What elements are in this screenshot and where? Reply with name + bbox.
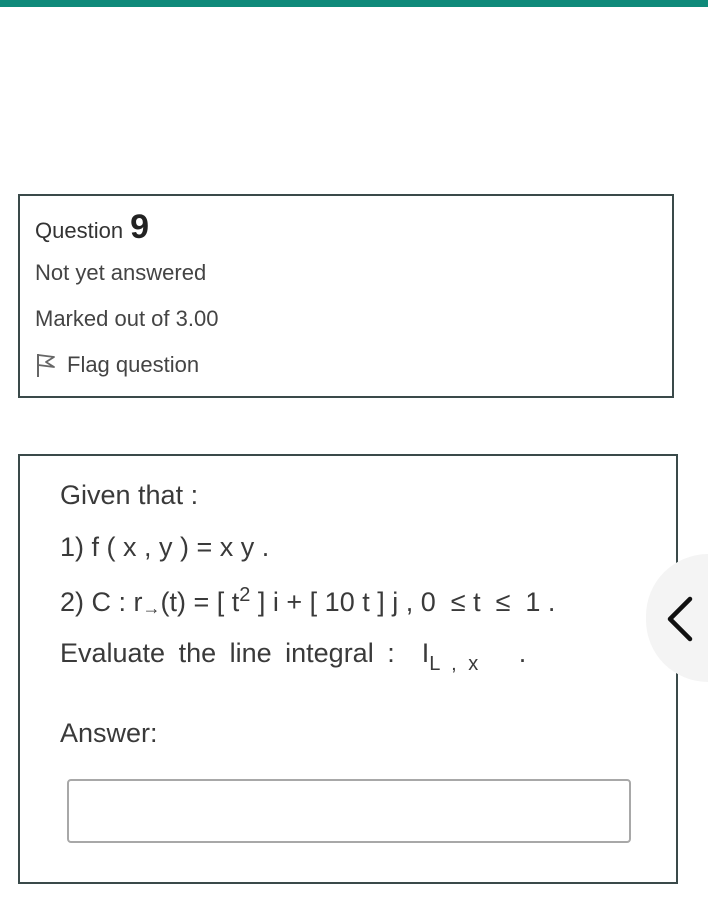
question-state: Not yet answered: [35, 260, 207, 285]
vector-arrow: →: [142, 598, 161, 618]
flag-question-button[interactable]: Flag question: [35, 352, 199, 378]
chevron-left-icon: [667, 596, 693, 642]
answer-input[interactable]: [67, 779, 631, 843]
evaluate-prefix: Evaluate the line integral : I: [60, 638, 430, 668]
question-title: Question 9: [35, 208, 149, 247]
question-info-panel: Question 9 Not yet answered Marked out o…: [18, 194, 674, 398]
exponent: 2: [239, 584, 251, 606]
condition-2-mid: (t) = [ t: [160, 587, 240, 617]
evaluate-suffix: .: [478, 638, 527, 668]
question-mark: Marked out of 3.00: [35, 306, 219, 331]
evaluate-text: Evaluate the line integral : IL , x .: [60, 638, 526, 676]
condition-1: 1) f ( x , y ) = x y .: [60, 532, 270, 562]
question-word: Question: [35, 218, 124, 243]
question-content-panel: Given that : 1) f ( x , y ) = x y . 2) C…: [18, 454, 678, 884]
top-accent-bar: [0, 0, 708, 7]
answer-label: Answer:: [60, 718, 158, 748]
given-text: Given that :: [60, 480, 199, 510]
condition-2: 2) C : r→(t) = [ t2 ] i + [ 10 t ] j , 0…: [60, 584, 555, 619]
condition-2-suffix: ] i + [ 10 t ] j , 0 ≤ t ≤ 1 .: [250, 587, 556, 617]
flag-question-label: Flag question: [67, 352, 200, 377]
integral-subscript: L , x: [429, 653, 479, 675]
question-number: 9: [130, 208, 149, 246]
flag-icon: [35, 352, 57, 378]
condition-2-prefix: 2) C : r: [60, 587, 143, 617]
